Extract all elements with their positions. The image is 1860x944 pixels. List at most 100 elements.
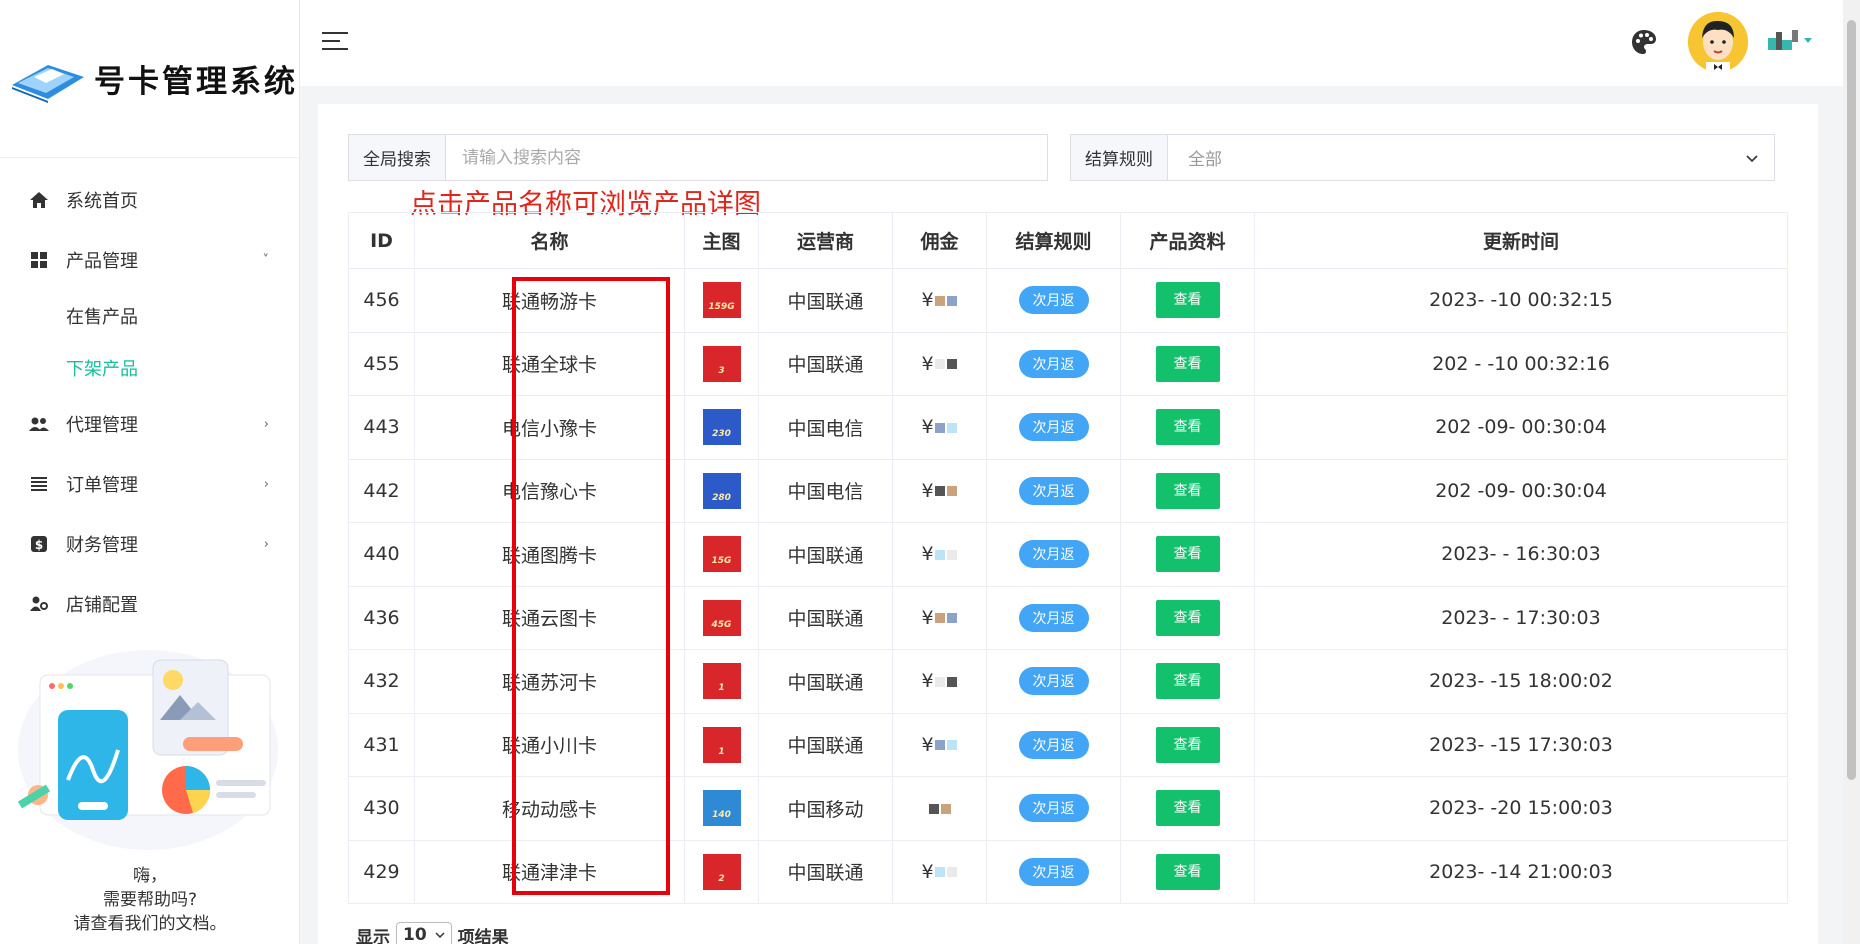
pixel-mosaic	[946, 359, 957, 370]
cell-thumbnail[interactable]: 1	[684, 649, 759, 714]
product-name-link[interactable]: 联通云图卡	[414, 585, 685, 650]
page-size-select[interactable]: 10	[396, 922, 452, 944]
scrollbar-thumb[interactable]	[1847, 20, 1856, 780]
sidebar-item-home[interactable]: 系统首页	[0, 170, 299, 230]
product-thumbnail[interactable]: 1	[702, 663, 741, 700]
commission-value: ¥	[921, 733, 934, 756]
sidebar-item-shop-config[interactable]: 店铺配置	[0, 574, 299, 634]
cell-commission: ¥	[892, 395, 987, 460]
product-name-link[interactable]: 联通小川卡	[414, 712, 685, 777]
sidebar-item-orders[interactable]: 订单管理 ›	[0, 454, 299, 514]
product-thumbnail[interactable]: 15G	[702, 536, 741, 573]
thumbnail-label: 140	[712, 810, 731, 821]
col-materials[interactable]: 产品资料	[1120, 212, 1255, 269]
view-button[interactable]: 查看	[1155, 282, 1220, 319]
cell-thumbnail[interactable]: 3	[684, 331, 759, 396]
pixel-mosaic	[940, 803, 951, 814]
thumbnail-label: 1	[718, 683, 725, 694]
rule-select[interactable]: 全部	[1168, 135, 1774, 180]
page-size-value: 10	[403, 925, 427, 944]
brand[interactable]: 号卡管理系统	[0, 0, 299, 158]
rule-badge: 次月返	[1018, 730, 1089, 759]
cell-thumbnail[interactable]: 1	[684, 712, 759, 777]
view-button[interactable]: 查看	[1155, 853, 1220, 890]
cell-rule: 次月返	[986, 458, 1121, 523]
thumbnail-label: 159G	[708, 302, 735, 313]
cell-materials: 查看	[1120, 776, 1255, 841]
table-row: 442 电信豫心卡 280 中国电信 ¥ 次月返 查看 202 -09- 00:30:04	[348, 458, 1788, 523]
hamburger-icon[interactable]	[322, 32, 348, 52]
cell-thumbnail[interactable]: 15G	[684, 522, 759, 587]
product-thumbnail[interactable]: 280	[702, 472, 741, 509]
cell-thumbnail[interactable]: 2	[684, 839, 759, 904]
pixel-mosaic	[934, 676, 945, 687]
view-button[interactable]: 查看	[1155, 599, 1220, 636]
avatar-icon[interactable]	[1688, 12, 1748, 72]
product-name-link[interactable]: 联通图腾卡	[414, 522, 685, 587]
product-thumbnail[interactable]: 45G	[702, 599, 741, 636]
cell-carrier: 中国移动	[758, 776, 893, 841]
product-name-link[interactable]: 电信小豫卡	[414, 395, 685, 460]
user-gear-icon	[28, 593, 50, 615]
vertical-scrollbar[interactable]	[1843, 0, 1860, 944]
view-button[interactable]: 查看	[1155, 472, 1220, 509]
cell-rule: 次月返	[986, 585, 1121, 650]
help-line2-docs-link[interactable]: 请查看我们的文档。	[0, 912, 300, 936]
chevron-down-icon	[1746, 148, 1758, 168]
product-name-link[interactable]: 电信豫心卡	[414, 458, 685, 523]
view-button[interactable]: 查看	[1155, 536, 1220, 573]
product-thumbnail[interactable]: 140	[702, 790, 741, 827]
view-button[interactable]: 查看	[1155, 409, 1220, 446]
product-thumbnail[interactable]: 2	[702, 853, 741, 890]
user-menu-dropdown[interactable]	[1766, 28, 1826, 52]
col-updated[interactable]: 更新时间	[1254, 212, 1788, 269]
sidebar-item-products[interactable]: 产品管理 ˅	[0, 230, 299, 290]
cell-thumbnail[interactable]: 280	[684, 458, 759, 523]
sidebar-subitem-off-shelf[interactable]: 下架产品	[0, 342, 299, 394]
cell-id: 430	[348, 776, 415, 841]
thumbnail-label: 230	[712, 429, 731, 440]
view-button[interactable]: 查看	[1155, 726, 1220, 763]
settlement-rule-filter: 结算规则 全部	[1070, 134, 1775, 181]
col-id[interactable]: ID	[348, 212, 415, 269]
cell-materials: 查看	[1120, 712, 1255, 777]
sidebar-item-agents[interactable]: 代理管理 ›	[0, 394, 299, 454]
product-name-link[interactable]: 联通苏河卡	[414, 649, 685, 714]
col-name[interactable]: 名称	[414, 212, 685, 269]
product-name-link[interactable]: 联通全球卡	[414, 331, 685, 396]
commission-value: ¥	[921, 543, 934, 566]
product-name-link[interactable]: 移动动感卡	[414, 776, 685, 841]
cell-carrier: 中国联通	[758, 268, 893, 333]
sidebar-item-finance[interactable]: $ 财务管理 ›	[0, 514, 299, 574]
cell-id: 456	[348, 268, 415, 333]
sidebar-subitem-on-sale[interactable]: 在售产品	[0, 290, 299, 342]
product-thumbnail[interactable]: 230	[702, 409, 741, 446]
rule-badge: 次月返	[1018, 540, 1089, 569]
cell-thumbnail[interactable]: 230	[684, 395, 759, 460]
pixel-mosaic	[946, 549, 957, 560]
cell-updated: 2023- -20 15:00:03	[1254, 776, 1788, 841]
product-thumbnail[interactable]: 1	[702, 726, 741, 763]
view-button[interactable]: 查看	[1155, 790, 1220, 827]
view-button[interactable]: 查看	[1155, 345, 1220, 382]
cell-materials: 查看	[1120, 585, 1255, 650]
products-table: ID 名称 主图 运营商 佣金 结算规则 产品资料 更新时间 456 联通畅游卡 1…	[348, 212, 1788, 904]
col-rule[interactable]: 结算规则	[986, 212, 1121, 269]
cell-materials: 查看	[1120, 395, 1255, 460]
palette-icon[interactable]	[1630, 28, 1658, 56]
cell-rule: 次月返	[986, 522, 1121, 587]
product-name-link[interactable]: 联通津津卡	[414, 839, 685, 904]
col-commission[interactable]: 佣金	[892, 212, 987, 269]
cell-rule: 次月返	[986, 649, 1121, 714]
product-name-link[interactable]: 联通畅游卡	[414, 268, 685, 333]
cell-thumbnail[interactable]: 140	[684, 776, 759, 841]
search-input[interactable]	[446, 135, 1047, 180]
col-image[interactable]: 主图	[684, 212, 759, 269]
product-thumbnail[interactable]: 159G	[702, 282, 741, 319]
col-carrier[interactable]: 运营商	[758, 212, 893, 269]
cell-thumbnail[interactable]: 45G	[684, 585, 759, 650]
cell-thumbnail[interactable]: 159G	[684, 268, 759, 333]
view-button[interactable]: 查看	[1155, 663, 1220, 700]
sidebar: 号卡管理系统 系统首页 产品管理 ˅ 在售产品 下架产品 代理管理 › 订单管理…	[0, 0, 300, 944]
product-thumbnail[interactable]: 3	[702, 345, 741, 382]
